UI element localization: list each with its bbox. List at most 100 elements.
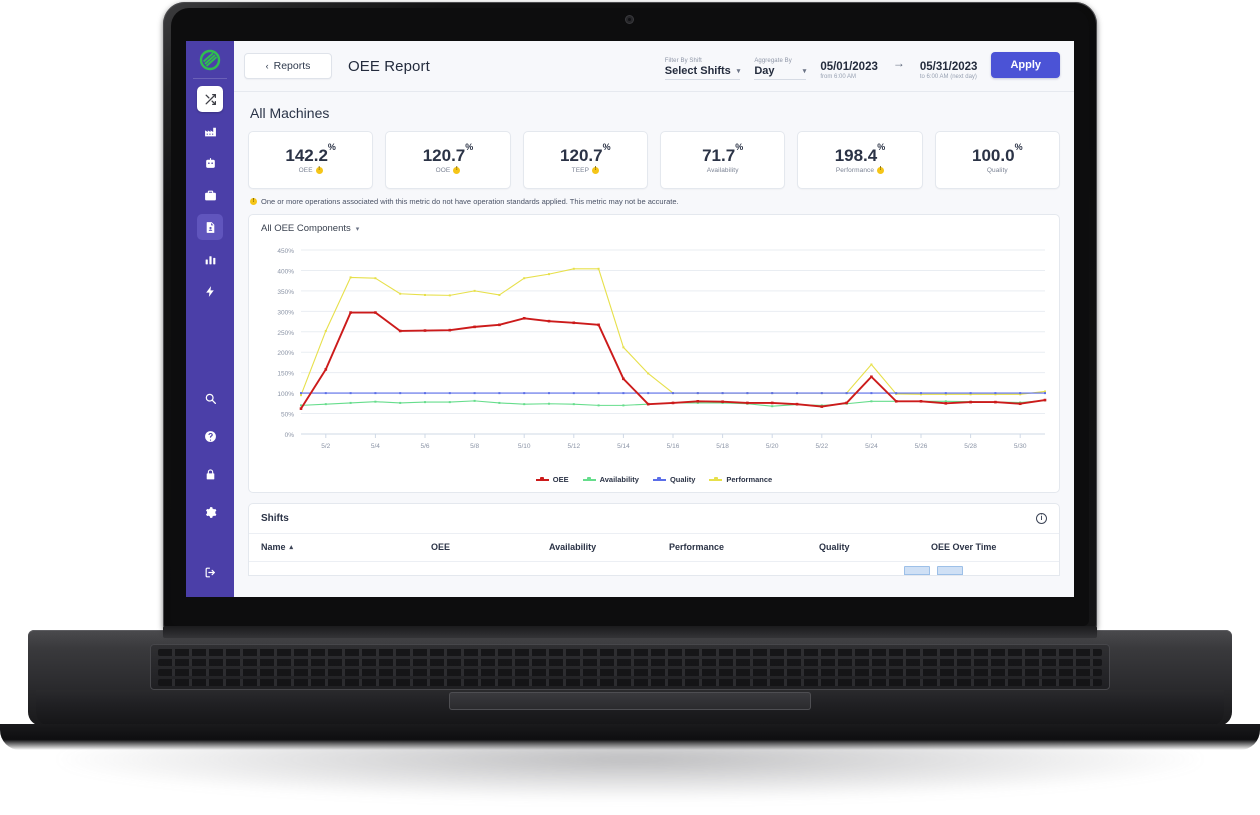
shift-filter[interactable]: Filter By Shift Select Shifts ▾ <box>665 58 741 80</box>
warning-icon[interactable]: ! <box>877 167 884 174</box>
legend-item-availability[interactable]: Availability <box>583 475 639 484</box>
sidebar-item-settings[interactable] <box>197 499 223 525</box>
sidebar-item-toolbox[interactable] <box>197 182 223 208</box>
data-point <box>349 311 352 314</box>
kpi-label-text: Quality <box>987 167 1008 174</box>
kpi-value: 100.0% <box>972 147 1023 164</box>
main-content: ‹ Reports OEE Report Filter By Shift Sel… <box>234 41 1074 597</box>
data-point <box>970 392 972 394</box>
data-point <box>746 392 748 394</box>
sidebar-item-help[interactable] <box>197 423 223 449</box>
data-point <box>399 392 401 394</box>
data-point <box>474 392 476 394</box>
x-axis-tick-label: 5/12 <box>567 443 580 450</box>
sidebar-item-search[interactable] <box>197 385 223 411</box>
sidebar-item-factory[interactable] <box>197 118 223 144</box>
kpi-label: OOE! <box>436 167 461 174</box>
date-to-value: 05/31/2023 <box>920 61 978 74</box>
data-point <box>325 330 327 332</box>
legend-item-quality[interactable]: Quality <box>653 475 695 484</box>
bar-chart-icon <box>204 253 217 266</box>
aggregate-by-filter[interactable]: Aggregate By Day ▾ <box>754 58 806 80</box>
data-point <box>945 402 948 405</box>
data-point <box>771 392 773 394</box>
data-point <box>622 392 624 394</box>
legend-item-oee[interactable]: OEE <box>536 475 569 484</box>
kpi-value: 198.4% <box>835 147 886 164</box>
shift-filter-label: Filter By Shift <box>665 58 741 64</box>
column-header-oee[interactable]: OEE <box>431 542 549 552</box>
search-icon <box>204 392 217 405</box>
column-header-oee-over-time[interactable]: OEE Over Time <box>931 542 1047 552</box>
sidebar-item-security[interactable] <box>197 461 223 487</box>
column-header-performance[interactable]: Performance <box>669 542 819 552</box>
sidebar-item-analytics[interactable] <box>197 246 223 272</box>
warning-icon[interactable]: ! <box>592 167 599 174</box>
chevron-down-icon: ▾ <box>803 67 807 75</box>
data-point <box>548 403 550 405</box>
data-point <box>622 378 625 381</box>
y-axis-tick-label: 0% <box>285 432 295 439</box>
info-icon[interactable]: i <box>1036 513 1047 524</box>
data-point <box>573 392 575 394</box>
x-axis-tick-label: 5/2 <box>321 443 330 450</box>
oee-line-chart[interactable]: 0%50%100%150%200%250%300%350%400%450%5/2… <box>257 240 1053 464</box>
sidebar-item-reports[interactable] <box>197 214 223 240</box>
topbar: ‹ Reports OEE Report Filter By Shift Sel… <box>234 41 1074 92</box>
column-header-name[interactable]: Name ▴ <box>261 542 431 552</box>
kpi-card-teep: 120.7%TEEP! <box>523 131 648 189</box>
sidebar-item-energy[interactable] <box>197 278 223 304</box>
sparkline-bar <box>904 566 930 575</box>
data-point <box>449 392 451 394</box>
y-axis-tick-label: 150% <box>277 371 294 378</box>
toolbox-icon <box>204 189 217 202</box>
data-point <box>424 294 426 296</box>
kpi-card-ooe: 120.7% OOE! <box>385 131 510 189</box>
x-axis-tick-label: 5/4 <box>371 443 380 450</box>
warning-icon[interactable]: ! <box>316 167 323 174</box>
kpi-label-text: Performance <box>836 167 874 174</box>
data-point <box>399 402 401 404</box>
data-point <box>920 392 922 394</box>
data-point <box>523 277 525 279</box>
sidebar-item-logout[interactable] <box>197 559 223 585</box>
warning-icon[interactable]: ! <box>453 167 460 174</box>
aggregate-by-value-row[interactable]: Day ▾ <box>754 65 806 80</box>
date-from[interactable]: 05/01/2023 from 6:00 AM <box>820 61 878 80</box>
x-axis-tick-label: 5/16 <box>667 443 680 450</box>
data-point <box>1019 402 1022 405</box>
keyboard <box>150 644 1110 690</box>
y-axis-tick-label: 200% <box>277 350 294 357</box>
column-header-availability[interactable]: Availability <box>549 542 669 552</box>
leaf-logo[interactable] <box>198 48 222 72</box>
shift-filter-value-row[interactable]: Select Shifts ▾ <box>665 65 741 80</box>
data-point <box>424 392 426 394</box>
apply-button[interactable]: Apply <box>991 52 1060 78</box>
data-point <box>622 346 624 348</box>
document-icon <box>204 221 217 234</box>
column-header-quality[interactable]: Quality <box>819 542 931 552</box>
legend-swatch <box>709 479 722 481</box>
back-to-reports-button[interactable]: ‹ Reports <box>244 53 332 79</box>
kpi-label-text: OOE <box>436 167 451 174</box>
legend-label: Performance <box>726 475 772 484</box>
chart-component-selector[interactable]: All OEE Components ▾ <box>249 215 1059 238</box>
table-row[interactable] <box>249 561 1059 575</box>
accuracy-notice-text: One or more operations associated with t… <box>261 197 679 206</box>
data-point <box>846 392 848 394</box>
sort-ascending-icon: ▴ <box>290 543 294 551</box>
kpi-label: Availability <box>707 167 739 174</box>
screenshot-stage: ‹ Reports OEE Report Filter By Shift Sel… <box>0 0 1260 815</box>
shifts-table-header: Shifts i <box>249 504 1059 534</box>
data-point <box>1044 392 1046 394</box>
sidebar <box>186 41 234 597</box>
kpi-value: 120.7% <box>423 147 474 164</box>
legend-item-performance[interactable]: Performance <box>709 475 772 484</box>
sidebar-item-shuffle[interactable] <box>197 86 223 112</box>
sidebar-item-robot[interactable] <box>197 150 223 176</box>
lock-icon <box>204 468 217 481</box>
legend-label: Quality <box>670 475 695 484</box>
data-point <box>796 392 798 394</box>
date-to[interactable]: 05/31/2023 to 6:00 AM (next day) <box>920 61 978 80</box>
y-axis-tick-label: 450% <box>277 248 294 255</box>
